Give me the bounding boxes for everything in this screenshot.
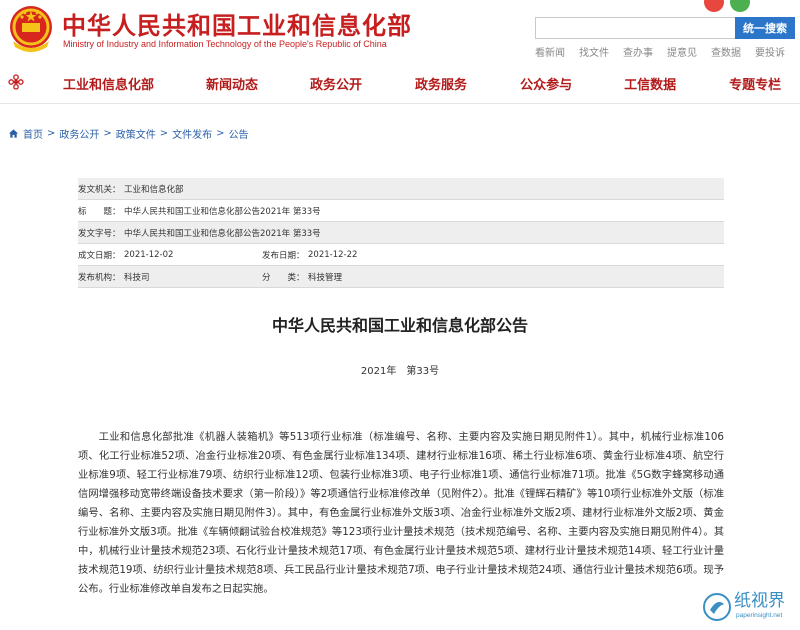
breadcrumb-announcement[interactable]: 公告 [229, 126, 249, 141]
meta-value: 2021-12-22 [308, 249, 358, 260]
site-title[interactable]: 中华人民共和国工业和信息化部 [62, 6, 412, 41]
meta-value: 科技司 [124, 272, 150, 283]
nav-item-miit[interactable]: 工业和信息化部 [63, 74, 154, 93]
top-right-text[interactable]: ··· [788, 0, 798, 5]
meta-label: 发文机关： [78, 184, 121, 195]
nav-item-special-topics[interactable]: 专题专栏 [729, 74, 781, 93]
quick-link-feedback[interactable]: 提意见 [660, 44, 704, 59]
flower-icon[interactable] [8, 74, 24, 90]
document-meta-table: 发文机关： 工业和信息化部 标 题： 中华人民共和国工业和信息化部公告2021年… [78, 178, 724, 288]
meta-value: 中华人民共和国工业和信息化部公告2021年 第33号 [124, 206, 321, 217]
quick-link-services[interactable]: 查办事 [616, 44, 660, 59]
site-header: 中华人民共和国工业和信息化部 Ministry of Industry and … [0, 0, 800, 62]
nav-item-data[interactable]: 工信数据 [624, 74, 676, 93]
nav-item-participation[interactable]: 公众参与 [520, 74, 572, 93]
watermark: 纸视界 paperinsight.net [702, 586, 800, 630]
document-body: 工业和信息化部批准《机器人装箱机》等513项行业标准（标准编号、名称、主要内容及… [78, 431, 724, 595]
meta-label: 成文日期： [78, 250, 121, 261]
meta-label: 发文字号： [78, 228, 121, 239]
document-title: 中华人民共和国工业和信息化部公告 [271, 316, 528, 335]
meta-row-title: 标 题： 中华人民共和国工业和信息化部公告2021年 第33号 [78, 200, 724, 222]
meta-value: 工业和信息化部 [124, 184, 184, 195]
breadcrumb-separator: > [103, 128, 112, 139]
watermark-logo-icon [703, 593, 731, 621]
quick-link-files[interactable]: 找文件 [572, 44, 616, 59]
search-input[interactable] [535, 17, 735, 39]
quick-link-data[interactable]: 查数据 [704, 44, 748, 59]
meta-row-org: 发布机构： 科技司 分 类： 科技管理 [78, 266, 724, 288]
top-icons [704, 0, 750, 12]
quick-links: 看新闻 找文件 查办事 提意见 查数据 要投诉 [528, 44, 792, 59]
watermark-url: paperinsight.net [736, 612, 783, 619]
meta-row-doc-no: 发文字号： 中华人民共和国工业和信息化部公告2021年 第33号 [78, 222, 724, 244]
nav-items: 工业和信息化部 新闻动态 政务公开 政务服务 公众参与 工信数据 专题专栏 [30, 62, 781, 104]
meta-value: 2021-12-02 [124, 249, 174, 260]
breadcrumb: 首页 > 政务公开 > 政策文件 > 文件发布 > 公告 [8, 126, 249, 141]
weibo-icon[interactable] [704, 0, 724, 12]
meta-row-issuer: 发文机关： 工业和信息化部 [78, 178, 724, 200]
meta-label: 发布日期： [262, 250, 305, 261]
document-number: 2021年 第33号 [360, 366, 440, 377]
site-subtitle: Ministry of Industry and Information Tec… [63, 39, 387, 49]
breadcrumb-policy-files[interactable]: 政策文件 [116, 126, 156, 141]
watermark-text: 纸视界 [734, 591, 785, 611]
meta-label: 发布机构： [78, 272, 121, 283]
breadcrumb-gov-affairs[interactable]: 政务公开 [59, 126, 99, 141]
breadcrumb-home[interactable]: 首页 [23, 126, 43, 141]
quick-link-complaint[interactable]: 要投诉 [748, 44, 792, 59]
meta-label: 分 类： [262, 272, 305, 283]
quick-link-news[interactable]: 看新闻 [528, 44, 572, 59]
breadcrumb-separator: > [216, 128, 225, 139]
wechat-icon[interactable] [730, 0, 750, 12]
nav-item-news[interactable]: 新闻动态 [206, 74, 258, 93]
nav-item-gov-services[interactable]: 政务服务 [415, 74, 467, 93]
meta-value: 中华人民共和国工业和信息化部公告2021年 第33号 [124, 228, 321, 239]
main-nav: 工业和信息化部 新闻动态 政务公开 政务服务 公众参与 工信数据 专题专栏 [0, 62, 800, 104]
search-button[interactable]: 统一搜索 [735, 17, 795, 39]
breadcrumb-file-release[interactable]: 文件发布 [172, 126, 212, 141]
meta-value: 科技管理 [308, 272, 343, 283]
meta-row-dates: 成文日期： 2021-12-02 发布日期： 2021-12-22 [78, 244, 724, 266]
breadcrumb-separator: > [159, 128, 169, 139]
meta-label: 标 题： [78, 206, 121, 217]
nav-item-gov-affairs[interactable]: 政务公开 [310, 74, 362, 93]
national-emblem-icon[interactable] [5, 3, 57, 55]
breadcrumb-separator: > [47, 128, 56, 139]
home-icon [8, 129, 19, 138]
